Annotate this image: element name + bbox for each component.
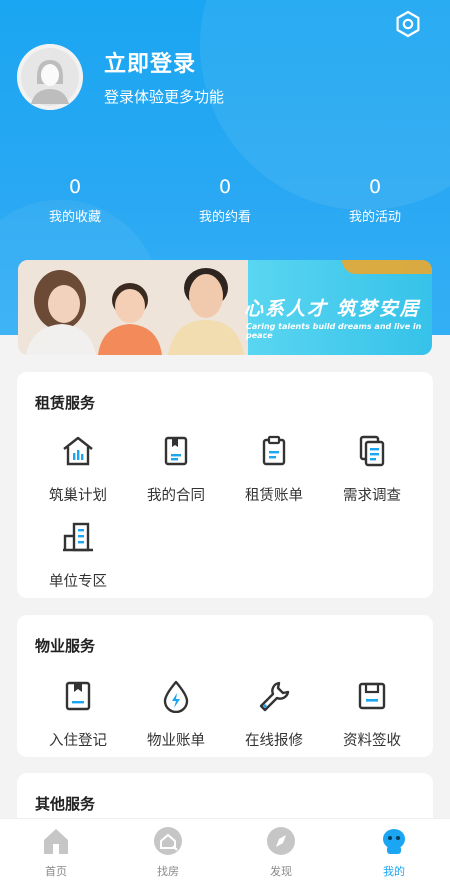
section-title: 其他服务	[35, 795, 96, 813]
checkin-icon	[65, 681, 91, 711]
stat-label: 我的活动	[348, 210, 401, 225]
tab-label: 发现	[270, 865, 292, 878]
property-services-card: 物业服务 入住登记 物业账单 在线报修 资料签收	[17, 615, 433, 757]
find-house-icon	[154, 827, 182, 855]
house-icon	[63, 436, 93, 466]
property-item-repair[interactable]: 在线报修	[225, 679, 323, 750]
promo-banner[interactable]: 心系人才 筑梦安居 Caring talents build dreams an…	[18, 260, 432, 355]
compass-icon	[267, 827, 295, 855]
wrench-icon	[259, 681, 290, 712]
tab-mine[interactable]: 我的	[338, 826, 450, 879]
property-item-checkin[interactable]: 入住登记	[29, 679, 127, 750]
rental-item-nest-plan[interactable]: 筑巢计划	[29, 434, 127, 505]
tab-label: 首页	[45, 865, 67, 878]
stat-appointments[interactable]: 0 我的约看	[165, 176, 285, 225]
property-item-utility-bill[interactable]: 物业账单	[127, 679, 225, 750]
item-label: 在线报修	[245, 733, 303, 749]
tab-label: 找房	[157, 865, 179, 878]
tab-label: 我的	[383, 865, 405, 878]
contract-icon	[164, 436, 188, 466]
banner-slogan: 心系人才 筑梦安居	[244, 298, 421, 320]
stat-value: 0	[218, 176, 232, 198]
item-label: 需求调查	[343, 488, 401, 504]
utility-icon	[163, 680, 189, 714]
stat-label: 我的收藏	[48, 210, 101, 225]
property-item-document-receipt[interactable]: 资料签收	[323, 679, 421, 750]
home-icon	[44, 829, 68, 854]
save-icon	[358, 682, 386, 710]
family-photo	[18, 260, 248, 355]
settings-icon[interactable]	[394, 10, 422, 38]
item-label: 入住登记	[49, 733, 107, 749]
stat-label: 我的约看	[198, 210, 251, 225]
bill-icon	[262, 435, 286, 466]
rental-services-card: 租赁服务 筑巢计划 我的合同 租赁账单 需求调查 单位专区	[17, 372, 433, 598]
rental-item-bill[interactable]: 租赁账单	[225, 434, 323, 505]
survey-icon	[359, 435, 385, 467]
login-title[interactable]: 立即登录	[104, 46, 196, 78]
bottom-tab-bar: 首页 找房 发现 我的	[0, 818, 450, 887]
item-label: 我的合同	[147, 488, 205, 504]
rental-item-survey[interactable]: 需求调查	[323, 434, 421, 505]
stat-activities[interactable]: 0 我的活动	[315, 176, 435, 225]
login-subtitle: 登录体验更多功能	[104, 88, 225, 106]
rental-item-unit-zone[interactable]: 单位专区	[29, 520, 127, 591]
section-title: 物业服务	[35, 637, 96, 655]
tab-discover[interactable]: 发现	[225, 826, 337, 879]
stat-value: 0	[368, 176, 382, 198]
section-title: 租赁服务	[35, 394, 96, 412]
item-label: 租赁账单	[245, 488, 303, 504]
tab-find-house[interactable]: 找房	[112, 826, 224, 879]
avatar-placeholder-icon	[17, 44, 83, 110]
item-label: 物业账单	[147, 733, 205, 749]
item-label: 资料签收	[343, 733, 401, 749]
rental-item-contract[interactable]: 我的合同	[127, 434, 225, 505]
tab-home[interactable]: 首页	[0, 826, 112, 879]
item-label: 筑巢计划	[49, 488, 107, 504]
stat-value: 0	[68, 176, 82, 198]
robot-icon	[383, 829, 405, 854]
banner-corner-decoration	[342, 260, 432, 274]
banner-slogan-en: Caring talents build dreams and live in …	[246, 322, 422, 340]
item-label: 单位专区	[49, 574, 107, 590]
avatar[interactable]	[17, 44, 83, 110]
stat-favorites[interactable]: 0 我的收藏	[15, 176, 135, 225]
building-icon	[63, 522, 93, 552]
